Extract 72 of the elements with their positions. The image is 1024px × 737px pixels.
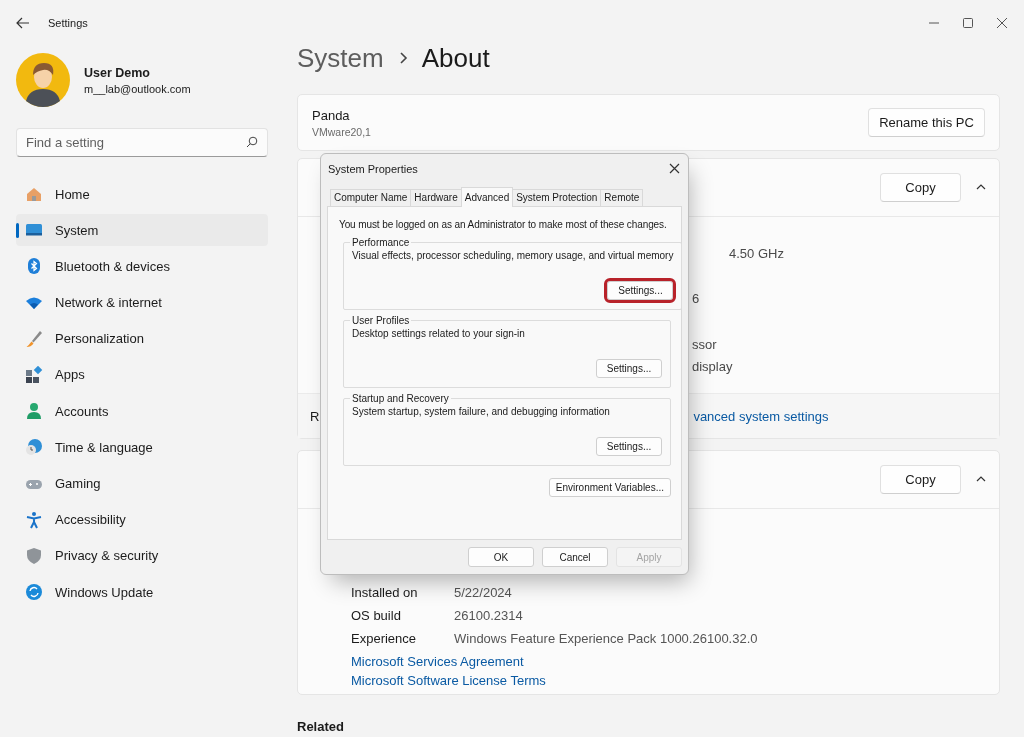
globe-clock-icon xyxy=(25,438,43,457)
spec-value: 6 xyxy=(692,291,701,309)
group-description: Visual effects, processor scheduling, memory usage, and virtual memory xyxy=(352,249,674,261)
license-link[interactable]: Microsoft Services Agreement xyxy=(351,654,999,669)
window-title: Settings xyxy=(48,17,88,29)
nav-item[interactable]: Accessibility xyxy=(16,503,268,536)
search-field[interactable]: Find a setting xyxy=(16,128,268,157)
nav-item[interactable]: Network & internet xyxy=(16,286,268,319)
spec-value: 26100.2314 xyxy=(454,608,523,623)
spec-value: 4.50 GHz xyxy=(728,246,785,263)
apps-icon xyxy=(25,365,43,384)
nav-item[interactable]: System xyxy=(16,214,268,247)
nav-item[interactable]: Gaming xyxy=(16,467,268,500)
nav-item[interactable]: Privacy & security xyxy=(16,539,268,572)
search-icon[interactable] xyxy=(246,136,258,148)
shield-icon xyxy=(25,546,43,565)
group-description: Desktop settings related to your sign-in xyxy=(352,327,526,339)
dialog-tab[interactable]: System Protection xyxy=(512,188,602,206)
nav-item[interactable]: Apps xyxy=(16,358,268,391)
nav-item[interactable]: Bluetooth & devices xyxy=(16,250,268,283)
group-title: Startup and Recovery xyxy=(351,392,450,404)
device-name: Panda xyxy=(312,107,351,123)
rename-button[interactable]: Rename this PC xyxy=(868,108,985,137)
group-title: Performance xyxy=(351,236,411,248)
nav-item[interactable]: Personalization xyxy=(16,322,268,355)
spec-label: OS build xyxy=(351,608,402,623)
license-link[interactable]: Microsoft Software License Terms xyxy=(351,673,999,688)
back-arrow-icon[interactable] xyxy=(16,17,30,29)
settings-button[interactable]: Settings... xyxy=(596,358,662,378)
house-icon xyxy=(25,185,43,203)
person-icon xyxy=(25,402,43,421)
maximize-icon[interactable] xyxy=(962,17,974,29)
settings-button[interactable]: Settings... xyxy=(607,280,674,300)
related-label: R xyxy=(310,408,320,424)
paintbrush-icon xyxy=(25,329,43,348)
nav-item[interactable]: Accounts xyxy=(16,395,268,428)
environment-variables-button[interactable]: Environment Variables... xyxy=(548,477,671,497)
section-heading: Related xyxy=(297,719,345,734)
dialog-title: System Properties xyxy=(328,162,418,175)
copy-button[interactable]: Copy xyxy=(880,173,961,202)
user-name: User Demo xyxy=(84,65,151,80)
dialog-tab[interactable]: Computer Name xyxy=(330,188,412,206)
device-model: VMware20,1 xyxy=(312,125,371,138)
nav-item[interactable]: Windows Update xyxy=(16,576,268,609)
close-icon[interactable] xyxy=(669,163,680,175)
avatar xyxy=(16,53,70,107)
spec-value: ssor xyxy=(692,336,718,354)
nav-item[interactable]: Time & language xyxy=(16,431,268,464)
advanced-settings-link[interactable]: vanced system settings xyxy=(693,408,829,424)
group-title: User Profiles xyxy=(351,314,411,326)
group-description: System startup, system failure, and debugging information xyxy=(352,405,611,417)
spec-value: Windows Feature Experience Pack 1000.26100.32.0 xyxy=(454,631,758,646)
spec-value: 5/22/2024 xyxy=(454,585,512,600)
accessibility-icon xyxy=(25,510,43,529)
breadcrumb-parent[interactable]: System xyxy=(297,42,384,74)
nav-item[interactable]: Home xyxy=(16,178,268,210)
spec-value: display xyxy=(692,359,734,377)
sync-icon xyxy=(25,583,43,602)
chevron-right-icon xyxy=(397,51,408,65)
close-icon[interactable] xyxy=(996,17,1008,29)
copy-button[interactable]: Copy xyxy=(880,465,961,494)
page-title: About xyxy=(421,42,490,74)
dialog-button[interactable]: Cancel xyxy=(542,547,608,568)
settings-button[interactable]: Settings... xyxy=(596,436,662,456)
dialog-tab[interactable]: Remote xyxy=(600,188,644,206)
spec-label: Installed on xyxy=(351,585,419,600)
user-email: m__lab@outlook.com xyxy=(84,82,191,95)
bluetooth-icon xyxy=(25,257,43,276)
dialog-tab[interactable]: Advanced xyxy=(460,186,514,207)
admin-notice: You must be logged on as an Administrator to make most of these changes. xyxy=(339,218,667,230)
spec-label: Experience xyxy=(351,631,418,646)
dialog-button[interactable]: OK xyxy=(468,547,534,568)
